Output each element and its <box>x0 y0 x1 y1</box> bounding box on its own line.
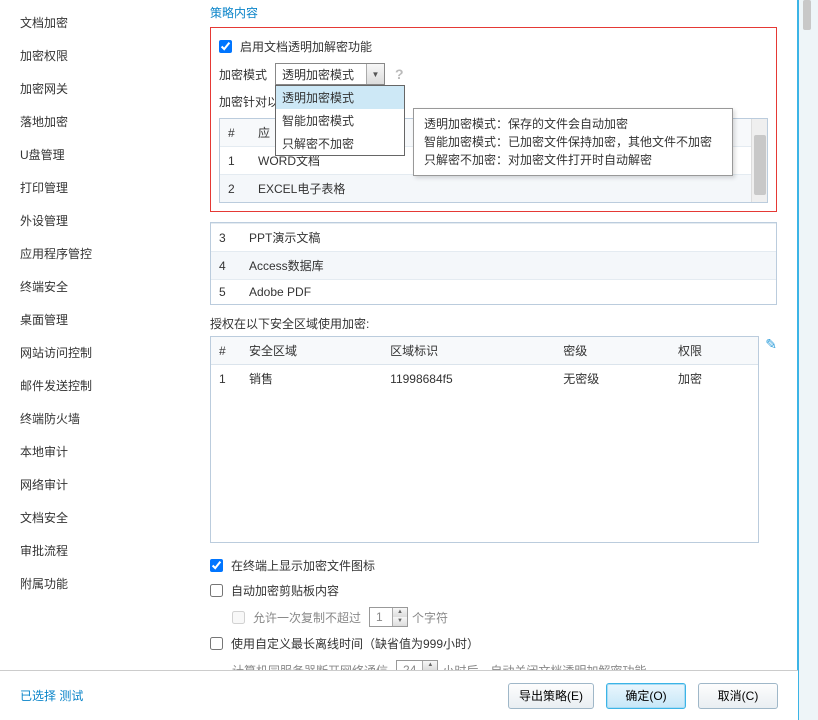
scrollbar[interactable] <box>751 119 767 202</box>
sidebar-item[interactable]: U盘管理 <box>20 138 190 171</box>
sidebar-item[interactable]: 文档加密 <box>20 6 190 39</box>
copy-limit-value: 1 <box>370 610 392 624</box>
ok-button[interactable]: 确定(O) <box>606 683 686 709</box>
cell: 加密 <box>670 365 758 393</box>
sidebar-item[interactable]: 网络审计 <box>20 468 190 501</box>
cell: 5 <box>211 280 241 305</box>
mode-dropdown: 透明加密模式 智能加密模式 只解密不加密 <box>275 85 405 156</box>
mode-value: 透明加密模式 <box>276 66 366 83</box>
cell: 4 <box>211 252 241 280</box>
mode-option[interactable]: 透明加密模式 <box>276 86 404 109</box>
offline-value: 24 <box>397 663 422 670</box>
spin-down-icon[interactable]: ▼ <box>393 617 407 626</box>
copy-limit-prefix: 允许一次复制不超过 <box>253 609 361 626</box>
mode-label: 加密模式 <box>219 66 267 83</box>
mode-select[interactable]: 透明加密模式 ▼ <box>275 63 385 85</box>
tooltip-line: 智能加密模式：已加密文件保持加密，其他文件不加密 <box>424 133 722 151</box>
cancel-button[interactable]: 取消(C) <box>698 683 778 709</box>
zone-empty <box>211 392 758 542</box>
copy-limit-suffix: 个字符 <box>412 609 448 626</box>
sidebar-item[interactable]: 落地加密 <box>20 105 190 138</box>
sidebar-item[interactable]: 邮件发送控制 <box>20 369 190 402</box>
sidebar-item[interactable]: 加密权限 <box>20 39 190 72</box>
tooltip-line: 透明加密模式：保存的文件会自动加密 <box>424 115 722 133</box>
sidebar-item[interactable]: 附属功能 <box>20 567 190 600</box>
sidebar-item[interactable]: 外设管理 <box>20 204 190 237</box>
col: 区域标识 <box>382 337 555 365</box>
mode-option[interactable]: 智能加密模式 <box>276 109 404 132</box>
app-table-rest: 3PPT演示文稿 4Access数据库 5Adobe PDF <box>210 222 777 305</box>
enable-label: 启用文档透明加解密功能 <box>240 38 372 55</box>
spin-up-icon[interactable]: ▲ <box>423 661 437 670</box>
offline-label: 使用自定义最长离线时间（缺省值为999小时） <box>231 635 479 652</box>
sidebar-item[interactable]: 终端安全 <box>20 270 190 303</box>
sidebar-item[interactable]: 审批流程 <box>20 534 190 567</box>
tooltip-line: 只解密不加密：对加密文件打开时自动解密 <box>424 151 722 169</box>
offline-prefix: 计算机同服务器断开网络通信 <box>232 662 388 671</box>
col: # <box>211 337 241 365</box>
highlight-region: 启用文档透明加解密功能 加密模式 透明加密模式 ▼ 透明加密模式 智能加密模式 … <box>210 27 777 212</box>
col-index: # <box>220 119 250 147</box>
auto-clip-checkbox[interactable] <box>210 584 223 597</box>
enable-checkbox[interactable] <box>219 40 232 53</box>
offline-spinner[interactable]: 24 ▲▼ <box>396 660 438 670</box>
cell: 3 <box>211 224 241 252</box>
scroll-thumb[interactable] <box>754 135 766 195</box>
zone-label: 授权在以下安全区域使用加密: <box>210 315 777 332</box>
cell[interactable]: Adobe PDF <box>241 280 776 305</box>
mode-option[interactable]: 只解密不加密 <box>276 132 404 155</box>
copy-limit-checkbox <box>232 611 245 624</box>
cell: 1 <box>211 365 241 393</box>
show-icon-label: 在终端上显示加密文件图标 <box>231 557 375 574</box>
content-panel: 策略内容 启用文档透明加解密功能 加密模式 透明加密模式 ▼ 透明加密模式 智能… <box>190 0 797 670</box>
mode-tooltip: 透明加密模式：保存的文件会自动加密 智能加密模式：已加密文件保持加密，其他文件不… <box>413 108 733 176</box>
offline-suffix: 小时后，自动关闭文档透明加解密功能 <box>442 662 646 671</box>
sidebar-item[interactable]: 终端防火墙 <box>20 402 190 435</box>
sidebar-item[interactable]: 网站访问控制 <box>20 336 190 369</box>
status-text: 已选择 测试 <box>20 687 83 704</box>
footer: 已选择 测试 导出策略(E) 确定(O) 取消(C) <box>0 670 798 720</box>
section-title: 策略内容 <box>210 4 777 21</box>
target-label: 加密针对以 <box>219 93 279 110</box>
window-border <box>798 0 818 720</box>
cell[interactable]: EXCEL电子表格 <box>250 175 767 203</box>
cell[interactable]: 销售 <box>241 365 382 393</box>
sidebar-item[interactable]: 桌面管理 <box>20 303 190 336</box>
cell[interactable]: PPT演示文稿 <box>241 224 776 252</box>
spin-up-icon[interactable]: ▲ <box>393 608 407 617</box>
col: 密级 <box>555 337 670 365</box>
offline-checkbox[interactable] <box>210 637 223 650</box>
show-icon-checkbox[interactable] <box>210 559 223 572</box>
help-icon[interactable]: ? <box>395 66 404 82</box>
cell[interactable]: Access数据库 <box>241 252 776 280</box>
sidebar-item[interactable]: 应用程序管控 <box>20 237 190 270</box>
sidebar-item[interactable]: 加密网关 <box>20 72 190 105</box>
cell: 1 <box>220 147 250 175</box>
export-button[interactable]: 导出策略(E) <box>508 683 594 709</box>
cell: 11998684f5 <box>382 365 555 393</box>
zone-table: # 安全区域 区域标识 密级 权限 1 销售 11998684f5 无密级 加密 <box>210 336 759 543</box>
sidebar-item[interactable]: 本地审计 <box>20 435 190 468</box>
copy-limit-spinner[interactable]: 1 ▲▼ <box>369 607 408 627</box>
col: 安全区域 <box>241 337 382 365</box>
cell: 2 <box>220 175 250 203</box>
col: 权限 <box>670 337 758 365</box>
sidebar-item[interactable]: 打印管理 <box>20 171 190 204</box>
auto-clip-label: 自动加密剪贴板内容 <box>231 582 339 599</box>
sidebar: 文档加密 加密权限 加密网关 落地加密 U盘管理 打印管理 外设管理 应用程序管… <box>0 0 190 670</box>
chevron-down-icon[interactable]: ▼ <box>366 64 384 84</box>
sidebar-item[interactable]: 文档安全 <box>20 501 190 534</box>
pencil-icon[interactable]: ✎ <box>765 336 777 353</box>
cell: 无密级 <box>555 365 670 393</box>
